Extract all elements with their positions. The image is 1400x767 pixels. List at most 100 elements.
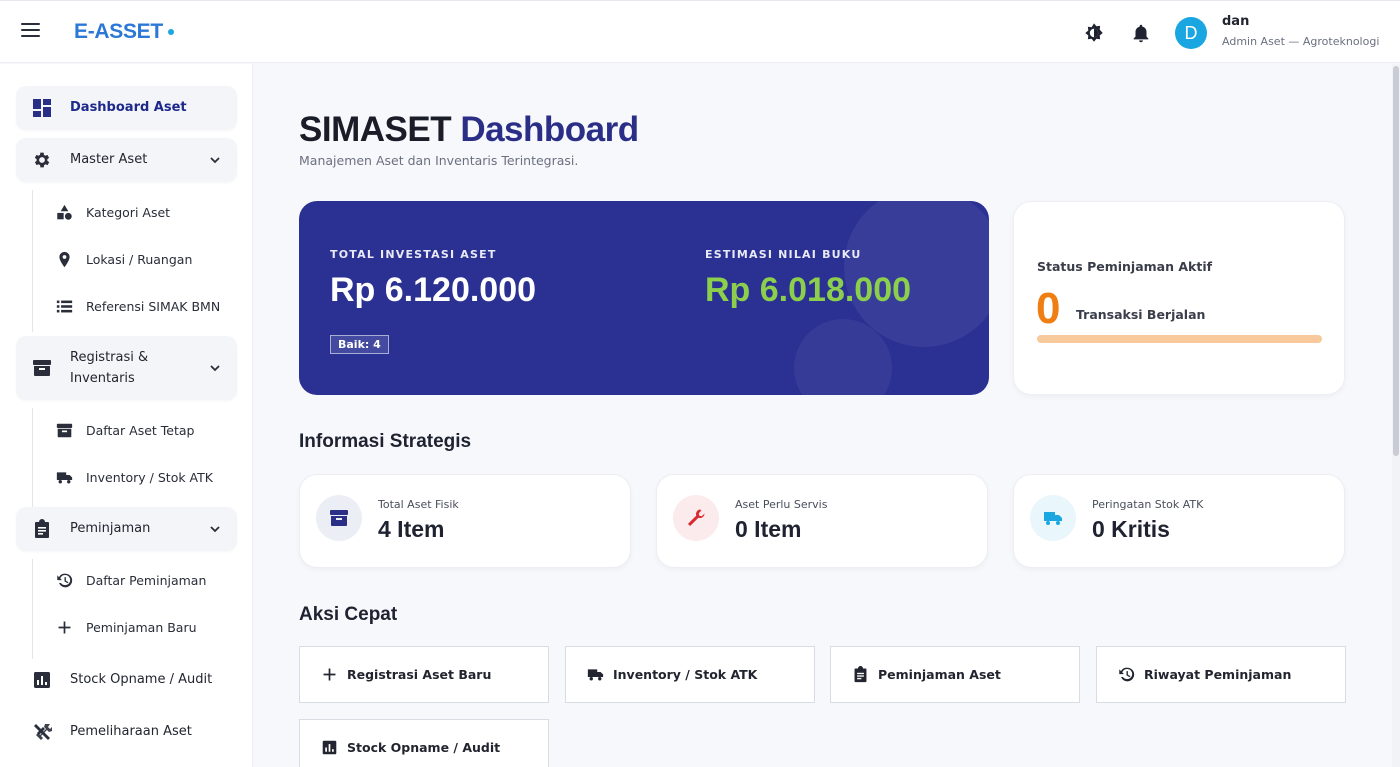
page-title-part2: Dashboard — [460, 110, 639, 149]
sidebar-item-pemeliharaan[interactable]: Pemeliharaan Aset — [16, 710, 237, 754]
brand-logo[interactable]: E-ASSET — [74, 20, 174, 44]
list-icon — [56, 300, 73, 313]
chevron-down-icon — [210, 365, 220, 372]
sidebar-subitem-simak[interactable]: Referensi SIMAK BMN — [46, 289, 236, 323]
page-title: SIMASET Dashboard — [299, 110, 639, 150]
history-icon — [1119, 667, 1135, 682]
truck-icon — [1044, 512, 1062, 525]
truck-icon — [587, 669, 604, 681]
total-investment-value: Rp 6.120.000 — [330, 271, 537, 309]
submenu-guide-line — [32, 408, 33, 508]
book-value-value: Rp 6.018.000 — [705, 271, 912, 309]
info-card-stok-atk: Peringatan Stok ATK 0 Kritis — [1013, 474, 1345, 568]
sidebar-item-dashboard[interactable]: Dashboard Aset — [16, 86, 237, 130]
loan-status-card: Status Peminjaman Aktif 0 Transaksi Berj… — [1013, 201, 1345, 395]
sidebar-subitem-label: Inventory / Stok ATK — [86, 470, 213, 485]
section-title-aksi-cepat: Aksi Cepat — [299, 604, 398, 625]
book-value-label: ESTIMASI NILAI BUKU — [705, 248, 862, 261]
location-pin-icon — [59, 251, 70, 268]
dashboard-icon — [33, 99, 51, 117]
sidebar-subitem-label: Lokasi / Ruangan — [86, 252, 193, 267]
info-card-perlu-servis: Aset Perlu Servis 0 Item — [656, 474, 988, 568]
sidebar-subitem-label: Daftar Aset Tetap — [86, 423, 195, 438]
theme-toggle-icon[interactable] — [1083, 22, 1105, 44]
sidebar-item-label: Pemeliharaan Aset — [70, 724, 192, 739]
page-title-part1: SIMASET — [299, 110, 452, 149]
loan-status-title: Status Peminjaman Aktif — [1037, 259, 1213, 274]
quick-action-inventory[interactable]: Inventory / Stok ATK — [565, 646, 815, 703]
info-card-total-aset: Total Aset Fisik 4 Item — [299, 474, 631, 568]
notification-bell-icon[interactable] — [1130, 22, 1152, 44]
sidebar-subitem-daftar-peminjaman[interactable]: Daftar Peminjaman — [46, 563, 236, 597]
wrench-icon — [688, 509, 705, 526]
sidebar-subitem-kategori[interactable]: Kategori Aset — [46, 195, 236, 229]
condition-badge: Baik: 4 — [330, 335, 389, 354]
archive-box-icon — [330, 510, 348, 526]
loan-status-count: 0 — [1036, 284, 1061, 333]
info-card-icon-circle — [316, 495, 362, 541]
clipboard-icon — [35, 519, 49, 538]
quick-action-riwayat[interactable]: Riwayat Peminjaman — [1096, 646, 1346, 703]
quick-action-label: Riwayat Peminjaman — [1144, 667, 1292, 682]
sidebar-item-label: Registrasi & Inventaris — [70, 350, 149, 386]
sidebar-subitem-label: Daftar Peminjaman — [86, 573, 207, 588]
hamburger-menu-icon[interactable] — [20, 23, 42, 41]
submenu-guide-line — [32, 190, 33, 332]
sidebar-subitem-peminjaman-baru[interactable]: Peminjaman Baru — [46, 610, 236, 644]
user-name: dan — [1222, 14, 1250, 29]
sidebar-subitem-label: Peminjaman Baru — [86, 620, 197, 635]
info-card-label: Total Aset Fisik — [378, 498, 459, 511]
sidebar-subitem-label: Kategori Aset — [86, 205, 171, 220]
archive-box-icon — [56, 423, 73, 438]
category-shapes-icon — [57, 204, 72, 220]
info-card-value: 4 Item — [378, 516, 445, 542]
sidebar: Dashboard Aset Master Aset Kategori Aset… — [0, 64, 253, 767]
tools-icon — [34, 724, 52, 740]
sidebar-item-peminjaman[interactable]: Peminjaman — [16, 507, 237, 551]
quick-action-label: Peminjaman Aset — [878, 667, 1001, 682]
plus-icon — [323, 668, 336, 681]
investment-summary-card: TOTAL INVESTASI ASET Rp 6.120.000 ESTIMA… — [299, 201, 989, 395]
quick-action-label: Stock Opname / Audit — [347, 740, 501, 755]
loan-progress-bar — [1037, 335, 1322, 343]
sidebar-item-registrasi[interactable]: Registrasi & Inventaris — [16, 336, 237, 400]
page-scrollbar[interactable] — [1392, 64, 1400, 767]
info-card-value: 0 Item — [735, 516, 802, 542]
sidebar-item-label: Stock Opname / Audit — [70, 672, 213, 687]
chevron-down-icon — [210, 526, 220, 533]
quick-action-stock-opname[interactable]: Stock Opname / Audit — [299, 719, 549, 767]
info-card-icon-circle — [1030, 495, 1076, 541]
sidebar-subitem-label: Referensi SIMAK BMN — [86, 299, 221, 314]
page-subtitle: Manajemen Aset dan Inventaris Terintegra… — [299, 153, 579, 168]
chevron-down-icon — [210, 157, 220, 164]
top-bar: E-ASSET D dan Admin Aset — Agroteknologi — [0, 0, 1400, 63]
sidebar-item-label: Master Aset — [70, 152, 148, 167]
brand-dot — [167, 29, 174, 36]
bar-chart-icon — [322, 740, 337, 755]
user-role: Admin Aset — Agroteknologi — [1222, 35, 1380, 48]
user-avatar[interactable]: D — [1175, 17, 1207, 49]
sidebar-item-label: Peminjaman — [70, 521, 151, 536]
info-card-value: 0 Kritis — [1092, 516, 1170, 542]
gear-icon — [34, 152, 50, 168]
sidebar-item-stock-opname[interactable]: Stock Opname / Audit — [16, 658, 237, 702]
archive-box-icon — [33, 360, 51, 376]
clipboard-icon — [854, 666, 867, 683]
quick-action-registrasi[interactable]: Registrasi Aset Baru — [299, 646, 549, 703]
sidebar-subitem-inventory[interactable]: Inventory / Stok ATK — [46, 460, 236, 494]
info-card-label: Aset Perlu Servis — [735, 498, 828, 511]
info-card-label: Peringatan Stok ATK — [1092, 498, 1204, 511]
bar-chart-icon — [34, 672, 50, 688]
brand-name: E-ASSET — [74, 20, 163, 43]
quick-action-peminjaman[interactable]: Peminjaman Aset — [830, 646, 1080, 703]
sidebar-subitem-lokasi[interactable]: Lokasi / Ruangan — [46, 242, 236, 276]
sidebar-item-label: Dashboard Aset — [70, 100, 187, 115]
sidebar-item-master-aset[interactable]: Master Aset — [16, 138, 237, 182]
quick-action-label: Registrasi Aset Baru — [347, 667, 492, 682]
scrollbar-thumb[interactable] — [1393, 66, 1399, 456]
loan-status-subtitle: Transaksi Berjalan — [1076, 307, 1206, 322]
sidebar-subitem-daftar-aset[interactable]: Daftar Aset Tetap — [46, 413, 236, 447]
history-icon — [57, 573, 73, 588]
info-card-icon-circle — [673, 495, 719, 541]
quick-action-label: Inventory / Stok ATK — [613, 667, 758, 682]
